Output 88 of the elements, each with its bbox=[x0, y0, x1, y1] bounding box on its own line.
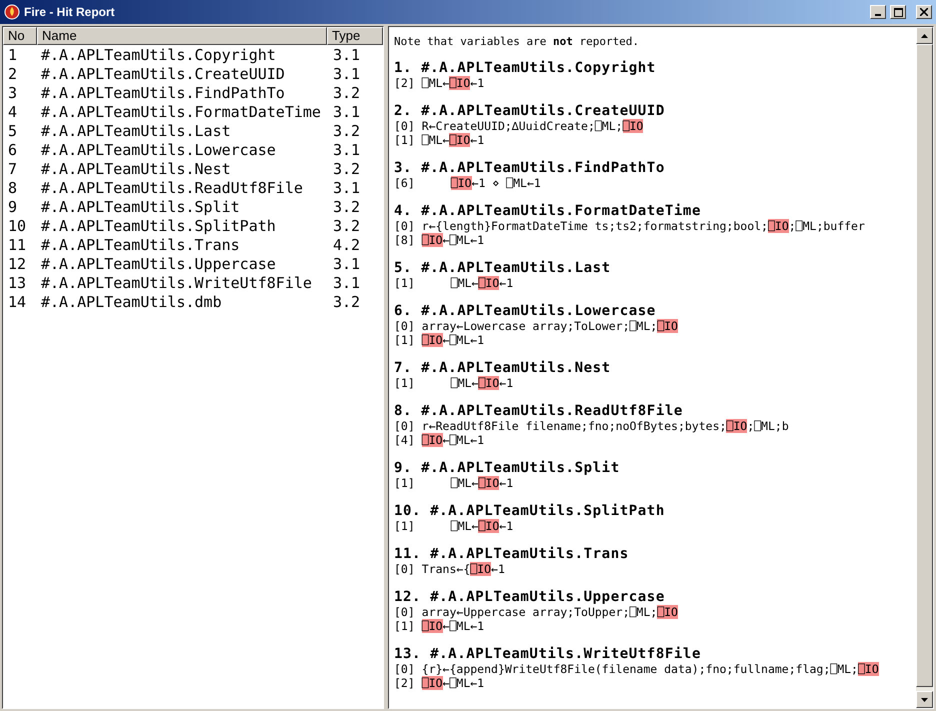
row-number: 5 bbox=[7, 121, 18, 142]
vertical-scrollbar[interactable] bbox=[916, 27, 933, 708]
function-heading: 12. #.A.APLTeamUtils.Uppercase bbox=[394, 589, 666, 605]
function-name: #.A.APLTeamUtils.Trans bbox=[40, 235, 241, 256]
function-heading: 8. #.A.APLTeamUtils.ReadUtf8File bbox=[394, 403, 684, 419]
row-number: 10 bbox=[7, 216, 28, 238]
close-icon bbox=[920, 8, 928, 16]
row-number: 1 bbox=[7, 45, 18, 66]
function-name: #.A.APLTeamUtils.FormatDateTime bbox=[40, 102, 322, 124]
column-header[interactable]: No bbox=[3, 27, 37, 45]
column-header[interactable]: Name bbox=[37, 27, 327, 45]
code-line: [0] r←{length}FormatDateTime ts;ts2;formatstring;bool;⎕IO;⎕ML;buffer bbox=[394, 219, 866, 233]
function-type: 3.2 bbox=[332, 292, 360, 314]
row-number: 6 bbox=[7, 140, 18, 162]
function-type: 3.2 bbox=[332, 159, 360, 180]
function-heading: 6. #.A.APLTeamUtils.Lowercase bbox=[394, 303, 657, 319]
function-name: #.A.APLTeamUtils.WriteUtf8File bbox=[40, 273, 313, 294]
fire-icon bbox=[4, 4, 20, 20]
minimize-button[interactable] bbox=[870, 5, 886, 19]
function-heading: 5. #.A.APLTeamUtils.Last bbox=[394, 260, 612, 276]
code-line: [1] ⎕ML←⎕IO←1 bbox=[394, 476, 514, 490]
code-line: [2] ⎕IO←⎕ML←1 bbox=[394, 676, 486, 690]
row-number: 14 bbox=[7, 292, 28, 314]
code-line: [8] ⎕IO←⎕ML←1 bbox=[394, 233, 486, 247]
function-type: 3.2 bbox=[332, 197, 360, 218]
code-line: [0] {r}←{append}WriteUtf8File(filename data);fno;fullname;flag;⎕ML;⎕IO bbox=[394, 662, 880, 676]
maximize-icon bbox=[894, 8, 902, 16]
function-name: #.A.APLTeamUtils.FindPathTo bbox=[40, 83, 286, 104]
row-number: 8 bbox=[7, 178, 18, 200]
function-heading: 10. #.A.APLTeamUtils.SplitPath bbox=[394, 503, 666, 519]
function-heading: 13. #.A.APLTeamUtils.WriteUtf8File bbox=[394, 646, 702, 662]
function-type: 3.1 bbox=[332, 45, 360, 66]
code-line: [1] ⎕IO←⎕ML←1 bbox=[394, 333, 486, 347]
row-number: 3 bbox=[7, 83, 18, 104]
function-name: #.A.APLTeamUtils.Split bbox=[40, 197, 241, 218]
function-name: #.A.APLTeamUtils.Last bbox=[40, 121, 232, 142]
function-type: 3.2 bbox=[332, 121, 360, 142]
function-heading: 1. #.A.APLTeamUtils.Copyright bbox=[394, 60, 657, 76]
report-note: Note that variables are not reported. bbox=[394, 35, 640, 49]
code-line: [0] array←Lowercase array;ToLower;⎕ML;⎕IO bbox=[394, 319, 679, 333]
close-button[interactable] bbox=[916, 5, 932, 19]
function-type: 3.1 bbox=[332, 178, 360, 200]
row-number: 9 bbox=[7, 197, 18, 218]
scroll-up-icon bbox=[921, 34, 928, 38]
code-line: [1] ⎕ML←⎕IO←1 bbox=[394, 276, 514, 290]
column-header[interactable]: Type bbox=[327, 27, 383, 45]
function-type: 3.2 bbox=[332, 216, 360, 238]
code-line: [4] ⎕IO←⎕ML←1 bbox=[394, 433, 486, 447]
function-heading: 11. #.A.APLTeamUtils.Trans bbox=[394, 546, 630, 562]
row-number: 12 bbox=[7, 254, 28, 276]
function-name: #.A.APLTeamUtils.dmb bbox=[40, 292, 223, 314]
function-heading: 9. #.A.APLTeamUtils.Split bbox=[394, 460, 621, 476]
code-line: [2] ⎕ML←⎕IO←1 bbox=[394, 76, 486, 90]
code-line: [0] r←ReadUtf8File filename;fno;noOfBytes;bytes;⎕IO;⎕ML;b bbox=[394, 419, 790, 433]
function-name: #.A.APLTeamUtils.Copyright bbox=[40, 45, 277, 66]
function-type: 3.2 bbox=[332, 83, 360, 104]
function-name: #.A.APLTeamUtils.SplitPath bbox=[40, 216, 277, 238]
code-line: [0] Trans←{⎕IO←1 bbox=[394, 562, 506, 576]
function-heading: 3. #.A.APLTeamUtils.FindPathTo bbox=[394, 160, 666, 176]
function-name: #.A.APLTeamUtils.Uppercase bbox=[40, 254, 277, 276]
row-number: 2 bbox=[7, 64, 18, 86]
code-line: [1] ⎕ML←⎕IO←1 bbox=[394, 519, 514, 533]
code-line: [0] R←CreateUUID;∆UuidCreate;⎕ML;⎕IO bbox=[394, 119, 644, 133]
function-heading: 2. #.A.APLTeamUtils.CreateUUID bbox=[394, 103, 666, 119]
code-line: [1] ⎕IO←⎕ML←1 bbox=[394, 619, 486, 633]
row-number: 7 bbox=[7, 159, 18, 180]
function-type: 4.2 bbox=[332, 235, 360, 256]
function-type: 3.1 bbox=[332, 64, 360, 86]
function-name: #.A.APLTeamUtils.ReadUtf8File bbox=[40, 178, 304, 200]
function-heading: 7. #.A.APLTeamUtils.Nest bbox=[394, 360, 612, 376]
function-heading: 4. #.A.APLTeamUtils.FormatDateTime bbox=[394, 203, 702, 219]
row-number: 13 bbox=[7, 273, 28, 294]
row-number: 4 bbox=[7, 102, 18, 124]
function-name: #.A.APLTeamUtils.Lowercase bbox=[40, 140, 277, 162]
function-type: 3.1 bbox=[332, 254, 360, 276]
window-title: Fire - Hit Report bbox=[24, 4, 115, 21]
code-line: [1] ⎕ML←⎕IO←1 bbox=[394, 376, 514, 390]
function-type: 3.1 bbox=[332, 273, 360, 294]
function-type: 3.1 bbox=[332, 102, 360, 124]
code-line: [0] array←Uppercase array;ToUpper;⎕ML;⎕IO bbox=[394, 605, 679, 619]
function-name: #.A.APLTeamUtils.CreateUUID bbox=[40, 64, 286, 86]
code-line: [1] ⎕ML←⎕IO←1 bbox=[394, 133, 486, 147]
function-name: #.A.APLTeamUtils.Nest bbox=[40, 159, 232, 180]
function-type: 3.1 bbox=[332, 140, 360, 162]
row-number: 11 bbox=[7, 235, 28, 256]
code-line: [6] ⎕IO←1 ⋄ ⎕ML←1 bbox=[394, 176, 542, 190]
scroll-down-icon bbox=[921, 698, 928, 702]
maximize-button[interactable] bbox=[890, 5, 906, 19]
